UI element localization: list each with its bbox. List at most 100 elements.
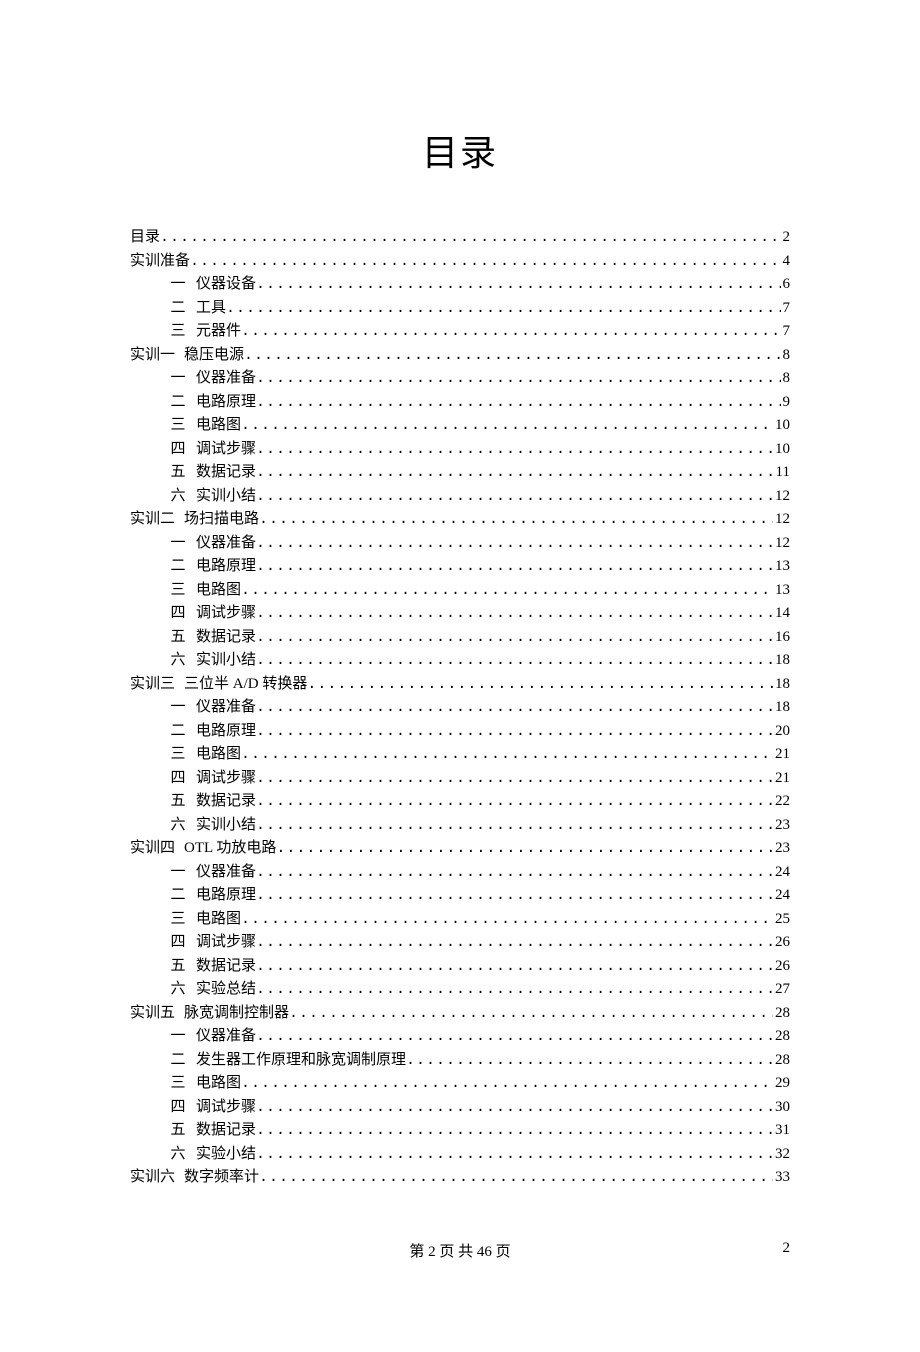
toc-entry-label: 电路图	[196, 743, 241, 767]
toc-leader-dots	[256, 955, 773, 979]
toc-entry-number: 三	[164, 743, 192, 767]
toc-entry: 六实训小结18	[130, 649, 790, 673]
toc-entry-number: 六	[164, 978, 192, 1002]
toc-entry-label: 稳压电源	[184, 344, 244, 368]
toc-entry-label: 数据记录	[196, 626, 256, 650]
toc-entry-label: OTL 功放电路	[184, 837, 276, 861]
toc-entry-number: 四	[164, 931, 192, 955]
toc-entry: 三电路图 29	[130, 1072, 790, 1096]
toc-entry-number: 二	[164, 884, 192, 908]
toc-entry-page: 29	[775, 1072, 790, 1096]
toc-entry-label: 工具	[196, 297, 226, 321]
toc-entry: 一仪器设备 6	[130, 273, 790, 297]
toc-entry-number: 四	[164, 767, 192, 791]
toc-entry-page: 18	[775, 696, 790, 720]
toc-leader-dots	[241, 908, 773, 932]
toc-entry-page: 2	[783, 226, 791, 250]
toc-entry: 四调试步骤26	[130, 931, 790, 955]
toc-entry-number: 四	[164, 602, 192, 626]
toc-entry-number: 二	[164, 1049, 192, 1073]
toc-entry-page: 7	[783, 297, 791, 321]
toc-entry-number: 五	[164, 955, 192, 979]
toc-leader-dots	[256, 485, 773, 509]
toc-leader-dots	[256, 1119, 773, 1143]
toc-entry-page: 12	[775, 508, 790, 532]
toc-entry-number: 六	[164, 485, 192, 509]
toc-entry-label: 电路原理	[196, 391, 256, 415]
toc-entry-label: 仪器设备	[196, 273, 256, 297]
toc-entry-page: 26	[775, 955, 790, 979]
toc-leader-dots	[160, 226, 780, 250]
toc-entry-label: 实验总结	[196, 978, 256, 1002]
toc-entry-number: 三	[164, 320, 192, 344]
toc-entry-page: 12	[775, 532, 790, 556]
toc-leader-dots	[256, 696, 773, 720]
toc-entry: 实训三三位半 A/D 转换器18	[130, 673, 790, 697]
toc-leader-dots	[259, 508, 773, 532]
toc-entry-page: 7	[783, 320, 791, 344]
toc-entry: 实训五脉宽调制控制器28	[130, 1002, 790, 1026]
toc-leader-dots	[256, 461, 774, 485]
toc-entry: 一仪器准备12	[130, 532, 790, 556]
toc-entry-number: 三	[164, 579, 192, 603]
toc-entry-number: 二	[164, 555, 192, 579]
toc-entry: 目录2	[130, 226, 790, 250]
toc-entry-label: 实验小结	[196, 1143, 256, 1167]
toc-leader-dots	[259, 1166, 773, 1190]
toc-entry-number: 三	[164, 908, 192, 932]
toc-entry: 四调试步骤10	[130, 438, 790, 462]
toc-leader-dots	[241, 1072, 773, 1096]
toc-entry-number: 六	[164, 649, 192, 673]
toc-entry-page: 14	[775, 602, 790, 626]
toc-entry: 五数据记录26	[130, 955, 790, 979]
toc-leader-dots	[190, 250, 780, 274]
toc-leader-dots	[256, 555, 773, 579]
toc-entry: 实训六数字频率计33	[130, 1166, 790, 1190]
footer-page-number: 2	[783, 1240, 791, 1257]
toc-entry-number: 实训三	[130, 673, 180, 697]
toc-leader-dots	[256, 861, 773, 885]
toc-entry-page: 10	[775, 438, 790, 462]
toc-entry: 四调试步骤30	[130, 1096, 790, 1120]
toc-entry-page: 18	[775, 649, 790, 673]
toc-entry-label: 仪器准备	[196, 861, 256, 885]
toc-entry: 一仪器准备18	[130, 696, 790, 720]
toc-entry: 实训四OTL 功放电路23	[130, 837, 790, 861]
toc-entry-page: 28	[775, 1002, 790, 1026]
toc-leader-dots	[241, 743, 773, 767]
toc-entry-page: 12	[775, 485, 790, 509]
toc-entry-label: 电路图	[196, 1072, 241, 1096]
toc-leader-dots	[244, 344, 780, 368]
toc-entry-number: 三	[164, 1072, 192, 1096]
toc-entry-page: 30	[775, 1096, 790, 1120]
toc-entry-number: 实训六	[130, 1166, 180, 1190]
toc-leader-dots	[256, 438, 773, 462]
toc-entry-page: 6	[783, 273, 791, 297]
toc-leader-dots	[241, 320, 780, 344]
toc-entry-page: 23	[775, 837, 790, 861]
toc-leader-dots	[256, 391, 780, 415]
toc-entry-page: 26	[775, 931, 790, 955]
toc-entry: 三电路图25	[130, 908, 790, 932]
toc-entry-number: 一	[164, 273, 192, 297]
toc-entry-label: 仪器准备	[196, 532, 256, 556]
toc-entry: 实训一稳压电源8	[130, 344, 790, 368]
toc-entry-label: 仪器准备	[196, 1025, 256, 1049]
toc-entry-label: 数字频率计	[184, 1166, 259, 1190]
toc-entry-number: 四	[164, 438, 192, 462]
toc-entry-page: 28	[775, 1049, 790, 1073]
toc-entry-label: 实训小结	[196, 814, 256, 838]
toc-entry: 六实验小结32	[130, 1143, 790, 1167]
toc-entry: 五数据记录16	[130, 626, 790, 650]
toc-entry-number: 五	[164, 461, 192, 485]
toc-leader-dots	[256, 367, 780, 391]
table-of-contents: 目录2实训准备4一仪器设备6二工具7三元器件7实训一稳压电源8一仪器准备8二电路…	[130, 226, 790, 1190]
toc-entry-label: 数据记录	[196, 790, 256, 814]
toc-entry: 五数据记录11	[130, 461, 790, 485]
toc-entry-page: 21	[775, 743, 790, 767]
toc-entry: 六实训小结12	[130, 485, 790, 509]
toc-entry: 二电路原理24	[130, 884, 790, 908]
toc-entry-page: 13	[775, 579, 790, 603]
toc-entry-number: 五	[164, 626, 192, 650]
toc-entry-number: 一	[164, 696, 192, 720]
